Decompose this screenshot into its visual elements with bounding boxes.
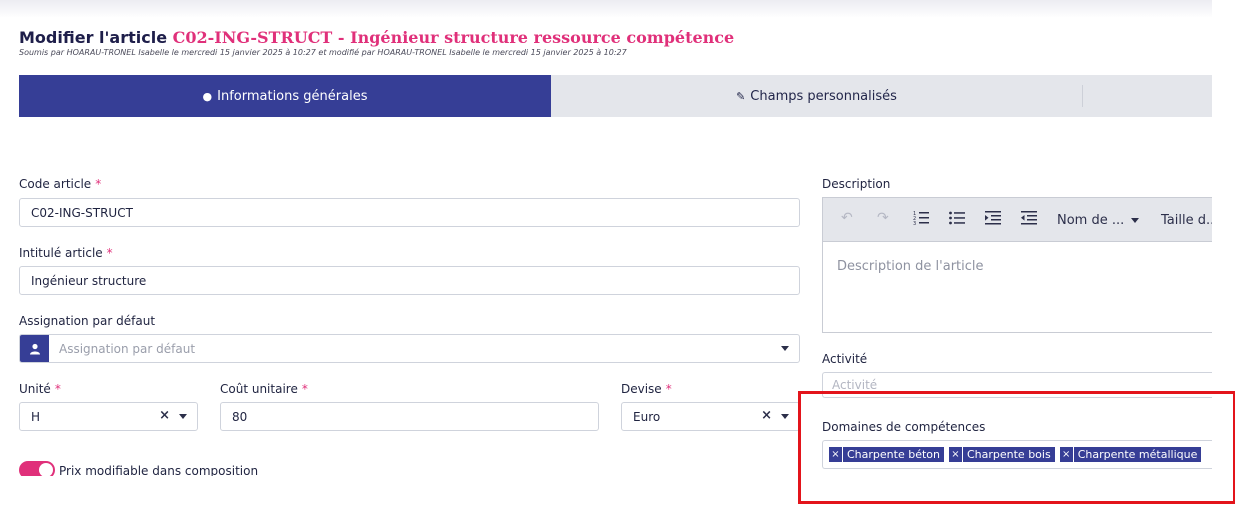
intitule-article-label-text: Intitulé article: [19, 246, 103, 260]
description-placeholder: Description de l'article: [837, 259, 984, 274]
required-asterisk: *: [54, 382, 61, 396]
required-asterisk: *: [301, 382, 308, 396]
assignation-label: Assignation par défaut: [19, 314, 156, 328]
intitule-article-input[interactable]: Ingénieur structure: [19, 266, 800, 295]
remove-tag-icon[interactable]: ×: [949, 447, 963, 462]
font-name-select[interactable]: Nom de ...: [1057, 213, 1124, 228]
tab-label: Informations générales: [217, 88, 368, 104]
assignation-placeholder: Assignation par défaut: [59, 341, 196, 356]
code-article-label: Code article *: [19, 177, 101, 191]
tab-bar: ● Informations générales ✎ Champs person…: [19, 75, 1212, 117]
unite-label-text: Unité: [19, 382, 51, 396]
user-icon: [20, 335, 49, 362]
cout-unitaire-input[interactable]: 80: [220, 402, 599, 431]
tab-champs-personnalises[interactable]: ✎ Champs personnalisés: [551, 85, 1083, 107]
unite-label: Unité *: [19, 382, 61, 396]
chevron-down-icon[interactable]: [781, 414, 789, 419]
chevron-down-icon[interactable]: [1131, 218, 1139, 223]
remove-tag-icon[interactable]: ×: [1060, 447, 1074, 462]
code-article-label-text: Code article: [19, 177, 92, 191]
tab-informations-generales[interactable]: ● Informations générales: [19, 75, 551, 117]
activite-label: Activité: [822, 352, 868, 366]
devise-label: Devise *: [621, 382, 672, 396]
intitule-article-label: Intitulé article *: [19, 246, 113, 260]
devise-label-text: Devise: [621, 382, 662, 396]
page-title-code: C02-ING-STRUCT - Ingénieur structure res…: [172, 28, 735, 47]
domaines-tags-input[interactable]: × Charpente béton × Charpente bois × Cha…: [822, 440, 1212, 469]
tag-charpente-bois: × Charpente bois: [948, 447, 1055, 462]
activite-input[interactable]: Activité: [822, 372, 1212, 398]
required-asterisk: *: [665, 382, 672, 396]
description-editor[interactable]: ↶ ↷ 123 Nom de ... Taille d... Descripti…: [822, 197, 1212, 333]
tag-label: Charpente métallique: [1077, 448, 1198, 461]
outdent-icon[interactable]: [1021, 210, 1037, 230]
info-circle-icon: ●: [202, 89, 213, 103]
chevron-down-icon[interactable]: [781, 346, 789, 351]
code-article-value: C02-ING-STRUCT: [31, 205, 133, 220]
tag-charpente-metallique: × Charpente métallique: [1059, 447, 1202, 462]
description-label: Description: [822, 177, 891, 191]
toggle-knob: [39, 463, 53, 477]
tag-charpente-beton: × Charpente béton: [829, 447, 944, 462]
unite-select[interactable]: H ×: [19, 402, 198, 431]
indent-icon[interactable]: [985, 210, 1001, 230]
domaines-label: Domaines de compétences: [822, 420, 986, 434]
top-bar-shadow: [0, 0, 1212, 18]
remove-tag-icon[interactable]: ×: [829, 447, 843, 462]
tag-label: Charpente bois: [966, 448, 1051, 461]
undo-icon[interactable]: ↶: [841, 210, 853, 226]
clear-icon[interactable]: ×: [761, 408, 772, 423]
ordered-list-icon[interactable]: 123: [913, 210, 929, 230]
assignation-select[interactable]: Assignation par défaut: [19, 334, 800, 363]
cout-unitaire-label-text: Coût unitaire: [220, 382, 298, 396]
intitule-article-value: Ingénieur structure: [31, 273, 147, 288]
required-asterisk: *: [95, 177, 102, 191]
user-edit-icon: ✎: [736, 89, 746, 103]
activite-placeholder: Activité: [832, 378, 878, 392]
devise-select[interactable]: Euro ×: [621, 402, 800, 431]
tag-label: Charpente béton: [847, 448, 940, 461]
chevron-down-icon[interactable]: [179, 414, 187, 419]
required-asterisk: *: [106, 246, 113, 260]
devise-value: Euro: [633, 409, 661, 424]
unite-value: H: [31, 409, 41, 424]
cout-unitaire-label: Coût unitaire *: [220, 382, 308, 396]
tab-label: Champs personnalisés: [750, 88, 897, 104]
viewport-clip: [0, 476, 300, 506]
redo-icon[interactable]: ↷: [877, 210, 889, 226]
font-size-select[interactable]: Taille d...: [1161, 213, 1212, 228]
page-title: Modifier l'article C02-ING-STRUCT - Ingé…: [19, 28, 734, 47]
svg-text:3: 3: [913, 221, 916, 226]
cout-unitaire-value: 80: [232, 409, 248, 424]
page-subtitle: Soumis par HOARAU-TRONEL Isabelle le mer…: [19, 48, 627, 57]
page-title-prefix: Modifier l'article: [19, 28, 168, 47]
bullet-list-icon[interactable]: [949, 210, 965, 230]
editor-toolbar: ↶ ↷ 123 Nom de ... Taille d...: [823, 198, 1212, 242]
code-article-input[interactable]: C02-ING-STRUCT: [19, 198, 800, 227]
clear-icon[interactable]: ×: [159, 408, 170, 423]
